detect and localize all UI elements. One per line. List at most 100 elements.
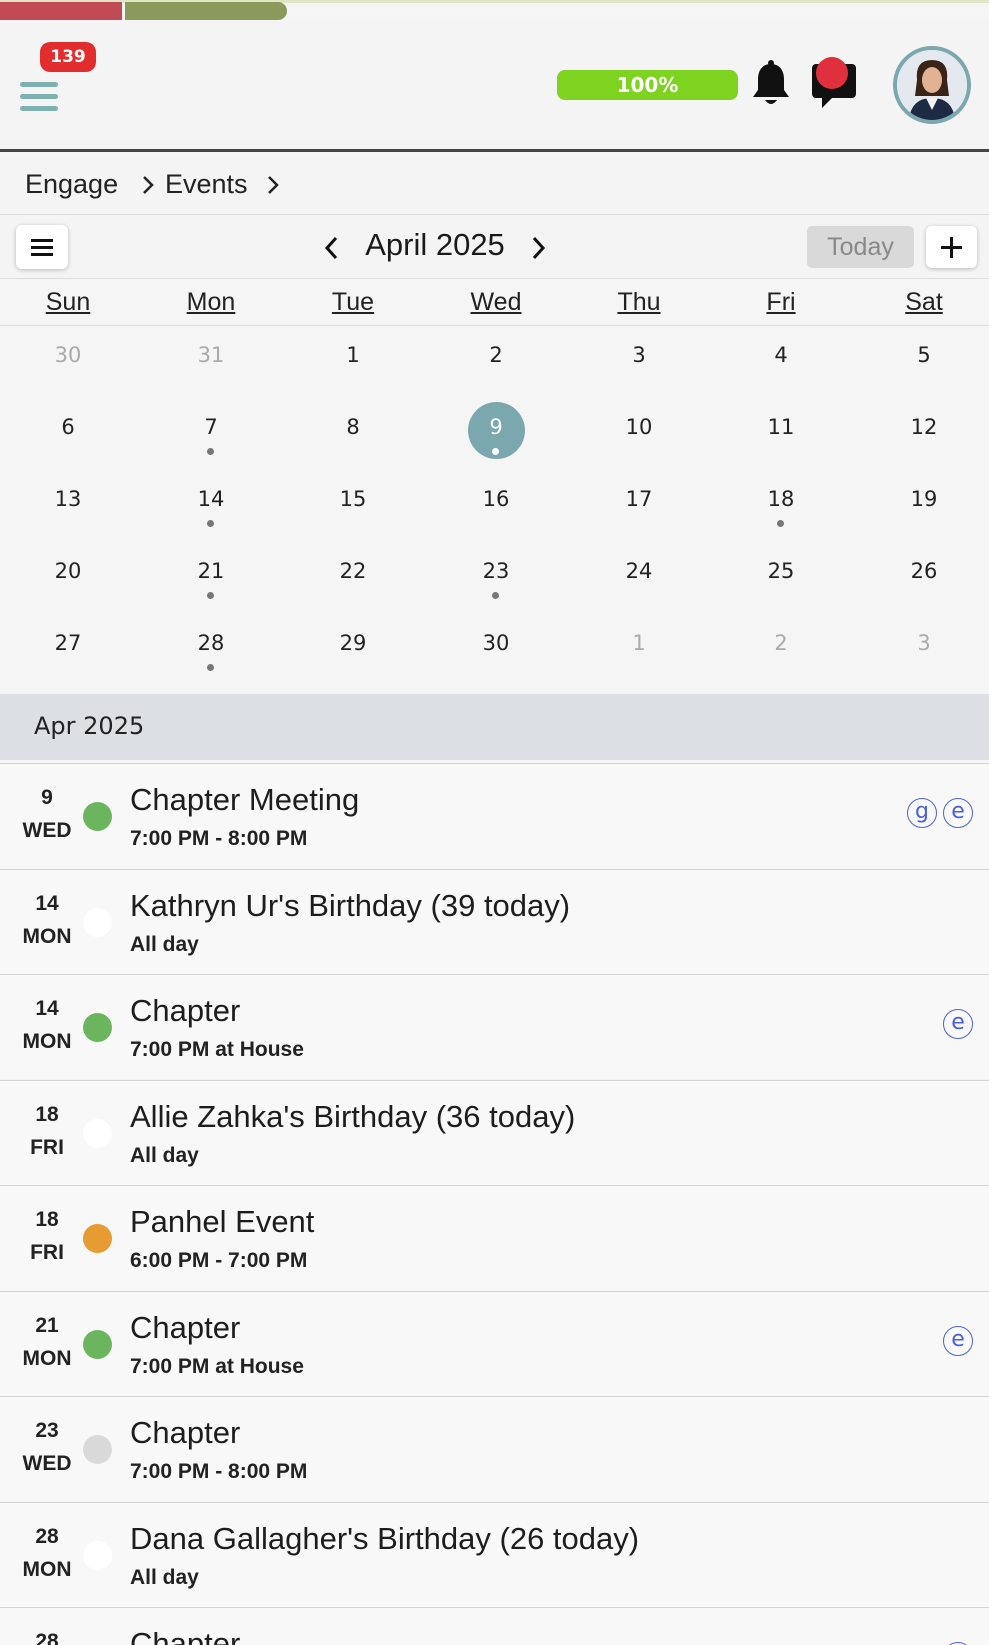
- event-row[interactable]: 9 WED Chapter Meeting 7:00 PM - 8:00 PM g e: [0, 763, 989, 868]
- prev-month-icon[interactable]: [318, 231, 346, 265]
- calendar-day-cell[interactable]: 6: [0, 399, 139, 471]
- event-day-of-week: MON: [22, 1030, 72, 1053]
- event-day-of-week: WED: [22, 819, 72, 842]
- calendar-toolbar: April 2025 Today: [0, 215, 989, 279]
- calendar-day-cell[interactable]: 22: [282, 543, 424, 615]
- calendar-day-number: 18: [767, 487, 795, 511]
- event-row[interactable]: 28MONChaptere: [0, 1607, 989, 1645]
- calendar-day-cell[interactable]: 7: [140, 399, 282, 471]
- calendar-day-number: 20: [54, 559, 82, 583]
- calendar-day-cell[interactable]: 12: [853, 399, 989, 471]
- event-category-dot: [83, 1118, 112, 1148]
- calendar-day-cell[interactable]: 28: [140, 615, 282, 687]
- event-title: Chapter: [130, 1415, 241, 1450]
- breadcrumb: Engage Events: [0, 155, 989, 215]
- calendar-day-cell[interactable]: 1: [568, 615, 710, 687]
- calendar-day-cell[interactable]: 4: [710, 327, 852, 399]
- calendar-day-number: 28: [197, 631, 225, 655]
- calendar-day-number: 5: [917, 343, 931, 367]
- menu-icon[interactable]: [20, 82, 60, 122]
- event-sync-icon: e: [943, 1009, 973, 1039]
- event-category-dot: [83, 1013, 112, 1042]
- calendar-menu-button[interactable]: [16, 225, 68, 269]
- event-title: Panhel Event: [130, 1204, 315, 1239]
- chevron-right-icon[interactable]: [263, 173, 283, 197]
- event-day-number: 28: [35, 1630, 59, 1645]
- calendar-day-cell[interactable]: 30: [425, 615, 567, 687]
- calendar-day-cell[interactable]: 26: [853, 543, 989, 615]
- calendar-day-cell[interactable]: 24: [568, 543, 710, 615]
- calendar-day-number: 2: [774, 631, 788, 655]
- calendar-day-cell[interactable]: 18: [710, 471, 852, 543]
- calendar-day-cell[interactable]: 25: [710, 543, 852, 615]
- event-subtitle: All day: [130, 1565, 199, 1589]
- calendar-day-cell[interactable]: 19: [853, 471, 989, 543]
- calendar-day-number: 23: [482, 559, 510, 583]
- weekday-sun: Sun: [45, 288, 91, 316]
- calendar-day-cell[interactable]: 15: [282, 471, 424, 543]
- calendar-day-cell[interactable]: 3: [568, 327, 710, 399]
- progress-segment-olive: [125, 2, 287, 20]
- calendar-day-number: 15: [339, 487, 367, 511]
- today-button[interactable]: Today: [807, 226, 914, 268]
- calendar-day-cell[interactable]: 8: [282, 399, 424, 471]
- calendar-day-cell[interactable]: 29: [282, 615, 424, 687]
- calendar-day-cell[interactable]: 1: [282, 327, 424, 399]
- app-header: 139 100%: [0, 20, 989, 152]
- calendar-day-cell[interactable]: 2: [425, 327, 567, 399]
- event-sync-icon: e: [943, 798, 973, 828]
- calendar-day-number: 13: [54, 487, 82, 511]
- progress-segment-red: [0, 2, 122, 20]
- event-indicator-dot: [207, 520, 214, 527]
- calendar-day-number: 17: [625, 487, 653, 511]
- calendar-day-cell[interactable]: 30: [0, 327, 139, 399]
- breadcrumb-engage[interactable]: Engage: [25, 169, 118, 200]
- next-month-icon[interactable]: [524, 231, 552, 265]
- add-event-button[interactable]: [926, 226, 977, 268]
- calendar-day-cell[interactable]: 9: [425, 399, 567, 471]
- calendar-day-number: 9: [489, 415, 503, 439]
- calendar-day-cell[interactable]: 10: [568, 399, 710, 471]
- calendar-day-cell[interactable]: 14: [140, 471, 282, 543]
- calendar-day-cell[interactable]: 13: [0, 471, 139, 543]
- calendar-day-cell[interactable]: 27: [0, 615, 139, 687]
- event-row[interactable]: 28 MON Dana Gallagher's Birthday (26 today…: [0, 1501, 989, 1607]
- calendar-day-number: 24: [625, 559, 653, 583]
- profile-progress-pill: 100%: [557, 70, 738, 100]
- event-row[interactable]: 23 WED Chapter 7:00 PM - 8:00 PM: [0, 1396, 989, 1501]
- calendar-day-cell[interactable]: 21: [140, 543, 282, 615]
- event-row[interactable]: 14 MON Chapter 7:00 PM at House e: [0, 974, 989, 1079]
- calendar-day-cell[interactable]: 23: [425, 543, 567, 615]
- calendar-day-cell[interactable]: 11: [710, 399, 852, 471]
- calendar-day-number: 4: [774, 343, 788, 367]
- event-subtitle: 7:00 PM at House: [130, 1354, 304, 1378]
- event-title: Allie Zahka's Birthday (36 today): [130, 1098, 576, 1134]
- calendar-day-number: 19: [910, 487, 938, 511]
- event-list-month-label: Apr 2025: [34, 712, 145, 740]
- event-row[interactable]: 14 MON Kathryn Ur's Birthday (39 today) All…: [0, 868, 989, 974]
- weekday-sat: Sat: [905, 288, 943, 316]
- calendar-day-number: 1: [346, 343, 360, 367]
- event-row[interactable]: 18 FRI Allie Zahka's Birthday (36 today) Al…: [0, 1079, 989, 1185]
- event-day-of-week: FRI: [30, 1241, 64, 1264]
- calendar-day-number: 3: [632, 343, 646, 367]
- event-day-number: 9: [41, 786, 53, 809]
- calendar-day-cell[interactable]: 5: [853, 327, 989, 399]
- calendar-day-cell[interactable]: 31: [140, 327, 282, 399]
- breadcrumb-events[interactable]: Events: [165, 169, 248, 200]
- calendar-day-cell[interactable]: 20: [0, 543, 139, 615]
- event-row[interactable]: 18 FRI Panhel Event 6:00 PM - 7:00 PM: [0, 1185, 989, 1290]
- calendar-day-cell[interactable]: 2: [710, 615, 852, 687]
- calendar-day-number: 30: [54, 343, 82, 367]
- calendar-day-cell[interactable]: 3: [853, 615, 989, 687]
- event-day-number: 23: [35, 1419, 59, 1442]
- calendar-day-number: 11: [767, 415, 795, 439]
- calendar-day-cell[interactable]: 16: [425, 471, 567, 543]
- avatar[interactable]: [893, 46, 971, 124]
- calendar-day-cell[interactable]: 17: [568, 471, 710, 543]
- event-indicator-dot: [492, 592, 499, 599]
- bell-icon[interactable]: [750, 60, 792, 108]
- event-title: Dana Gallagher's Birthday (26 today): [130, 1520, 640, 1556]
- event-row[interactable]: 21 MON Chapter 7:00 PM at House e: [0, 1290, 989, 1396]
- event-day-of-week: MON: [22, 1346, 72, 1370]
